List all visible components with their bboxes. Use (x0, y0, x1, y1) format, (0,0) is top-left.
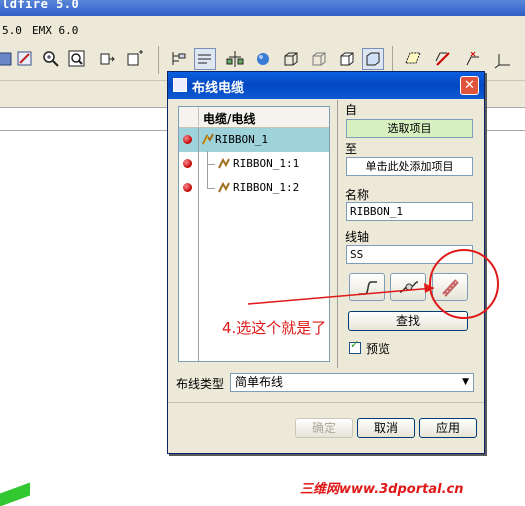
annotation-text: 4.选这个就是了 (222, 319, 327, 337)
annotation-arrow-line (247, 287, 435, 305)
watermark: 三维网www.3dportal.cn (300, 482, 464, 497)
annotation-overlay (247, 249, 499, 319)
annotation-arrowhead (424, 283, 434, 293)
annotation-circle (429, 249, 499, 319)
